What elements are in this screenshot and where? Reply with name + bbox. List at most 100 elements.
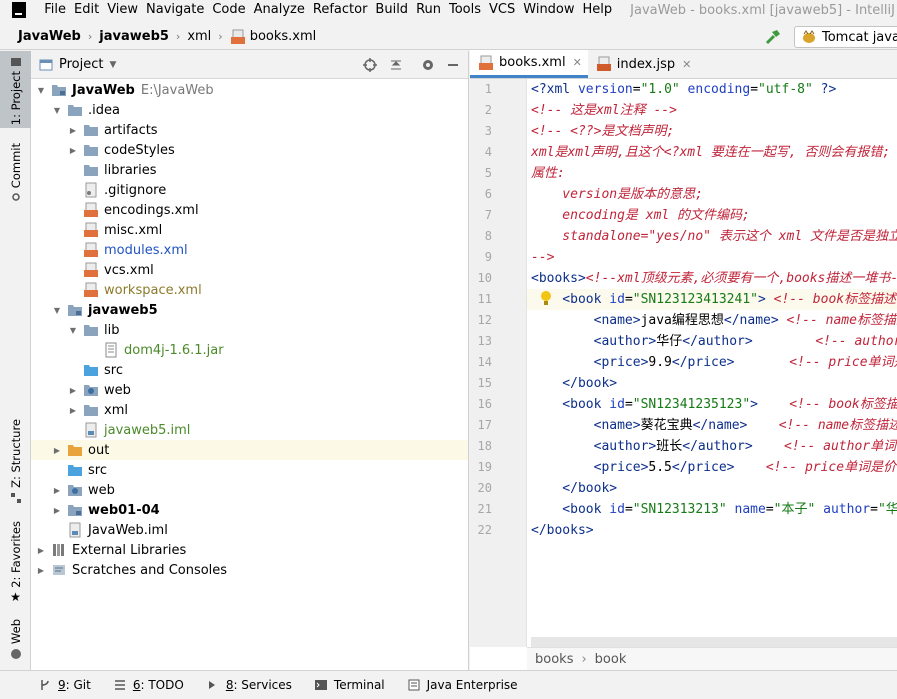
collapse-all-icon[interactable] [388,57,404,73]
gear-icon[interactable] [420,57,436,73]
tab-books-xml[interactable]: books.xml ✕ [470,50,588,78]
menu-tools[interactable]: Tools [445,0,485,20]
menu-navigate[interactable]: Navigate [142,0,208,20]
tree-item-vcs-xml[interactable]: vcs.xml [31,260,468,280]
code-line: xml是xml声明,且这个<?xml 要连在一起写, 否则会有报错; [531,145,891,160]
breadcrumb-books[interactable]: books [535,652,573,667]
tab-index-jsp[interactable]: index.jsp ✕ [588,50,698,78]
chevron-right-icon[interactable]: ▶ [51,444,63,456]
chevron-right-icon[interactable]: ▶ [67,384,79,396]
tree-item-dom4j-jar[interactable]: dom4j-1.6.1.jar [31,340,468,360]
tool-java-enterprise[interactable]: Java Enterprise [407,678,518,692]
project-view-select[interactable]: Project [59,57,103,72]
menu-code[interactable]: Code [208,0,249,20]
tree-item-gitignore[interactable]: .gitignore [31,180,468,200]
tool-todo[interactable]: 6: TODO [113,678,184,692]
tool-services[interactable]: 8: Services [206,678,292,692]
chevron-down-icon[interactable]: ▼ [51,304,63,316]
menu-run[interactable]: Run [412,0,445,20]
tree-item-lib[interactable]: ▼ lib [31,320,468,340]
tree-item-codestyles[interactable]: ▶ codeStyles [31,140,468,160]
menu-view[interactable]: View [103,0,142,20]
tree-item-src[interactable]: src [31,360,468,380]
close-icon[interactable]: ✕ [682,58,691,71]
menu-refactor[interactable]: Refactor [309,0,372,20]
code-line: encoding是 xml 的文件编码; [531,208,750,223]
intellij-logo-icon [12,2,27,18]
lightbulb-icon[interactable] [538,289,554,307]
commit-icon [11,193,20,201]
code-line: <book id="SN12341235123"> <!-- book标签描述 … [531,397,897,412]
tree-item-javaweb[interactable]: ▼ JavaWeb E:\JavaWeb [31,80,468,100]
menu-bar: File Edit View Navigate Code Analyze Ref… [0,0,897,20]
chevron-right-icon[interactable]: ▶ [67,404,79,416]
tool-tab-project[interactable]: 1: Project [0,51,31,128]
tree-item-web01-04[interactable]: ▶ web01-04 [31,500,468,520]
bottom-tool-bar: 9: Git 6: TODO 8: Services Terminal Java… [0,670,897,699]
close-icon[interactable]: ✕ [573,56,582,69]
locate-icon[interactable] [362,57,378,73]
tree-item-web-root[interactable]: ▶ web [31,480,468,500]
chevron-right-icon[interactable]: ▶ [35,544,47,556]
tool-tab-structure[interactable]: Z: Structure [0,419,31,504]
tree-item-workspace-xml[interactable]: workspace.xml [31,280,468,300]
tree-item-artifacts[interactable]: ▶ artifacts [31,120,468,140]
tree-item-idea[interactable]: ▼ .idea [31,100,468,120]
chevron-down-icon[interactable]: ▼ [67,324,79,336]
nav-crumb-module[interactable]: javaweb5 [99,29,169,44]
xml-file-icon [84,282,98,297]
tree-item-javaweb5-iml[interactable]: javaweb5.iml [31,420,468,440]
hide-panel-icon[interactable] [445,57,461,73]
tree-item-libraries[interactable]: libraries [31,160,468,180]
tool-terminal[interactable]: Terminal [314,678,385,692]
menu-help[interactable]: Help [579,0,617,20]
build-hammer-icon[interactable] [764,28,782,46]
services-icon [208,681,215,689]
source-folder-icon [84,365,98,376]
chevron-right-icon[interactable]: ▶ [67,124,79,136]
project-panel: Project ▼ ▼ JavaWeb E:\JavaWeb ▼ .idea ▶… [31,51,469,670]
menu-build[interactable]: Build [371,0,412,20]
run-configuration-select[interactable]: Tomcat javaweb5 [794,26,897,48]
structure-icon [10,492,21,503]
chevron-down-icon[interactable]: ▼ [35,84,47,96]
tree-item-encodings-xml[interactable]: encodings.xml [31,200,468,220]
module-folder-icon [68,305,82,316]
chevron-right-icon: › [581,651,587,667]
code-editor[interactable]: <?xml version="1.0" encoding="utf-8" ?> … [531,79,897,647]
tool-git[interactable]: 9: Git [38,678,91,692]
chevron-right-icon[interactable]: ▶ [51,484,63,496]
code-line: <name>java编程思想</name> <!-- name标签描述书名 --… [531,313,897,328]
menu-analyze[interactable]: Analyze [250,0,309,20]
tool-tab-commit[interactable]: Commit [0,143,31,202]
tree-item-xml-folder[interactable]: ▶ xml [31,400,468,420]
source-folder-icon [68,465,82,476]
tree-item-javaweb5[interactable]: ▼ javaweb5 [31,300,468,320]
tree-item-misc-xml[interactable]: misc.xml [31,220,468,240]
menu-vcs[interactable]: VCS [485,0,519,20]
tree-item-scratches[interactable]: ▶ Scratches and Consoles [31,560,468,580]
breadcrumb-book[interactable]: book [595,652,627,667]
menu-file[interactable]: File [40,0,70,20]
tool-tab-favorites[interactable]: 2: Favorites ★ [0,521,31,604]
tool-tab-web[interactable]: Web [0,619,31,660]
menu-edit[interactable]: Edit [70,0,103,20]
nav-crumb-file[interactable]: books.xml [230,29,316,45]
menu-window[interactable]: Window [519,0,578,20]
tree-item-out[interactable]: ▶ out [31,440,468,460]
chevron-right-icon[interactable]: ▶ [35,564,47,576]
tree-item-src-root[interactable]: src [31,460,468,480]
tree-item-modules-xml[interactable]: modules.xml [31,240,468,260]
tree-item-web[interactable]: ▶ web [31,380,468,400]
line-number: 11 [477,292,492,306]
chevron-down-icon[interactable]: ▼ [51,104,63,116]
horizontal-scrollbar[interactable] [531,637,897,647]
chevron-right-icon[interactable]: ▶ [51,504,63,516]
chevron-down-icon[interactable]: ▼ [109,60,116,70]
nav-crumb-project[interactable]: JavaWeb [18,29,81,44]
code-line: <book id="SN123123413241"> <!-- book标签描述… [531,292,897,307]
tree-item-external-libraries[interactable]: ▶ External Libraries [31,540,468,560]
nav-crumb-folder[interactable]: xml [187,29,211,44]
chevron-right-icon[interactable]: ▶ [67,144,79,156]
tree-item-javaweb-iml[interactable]: JavaWeb.iml [31,520,468,540]
